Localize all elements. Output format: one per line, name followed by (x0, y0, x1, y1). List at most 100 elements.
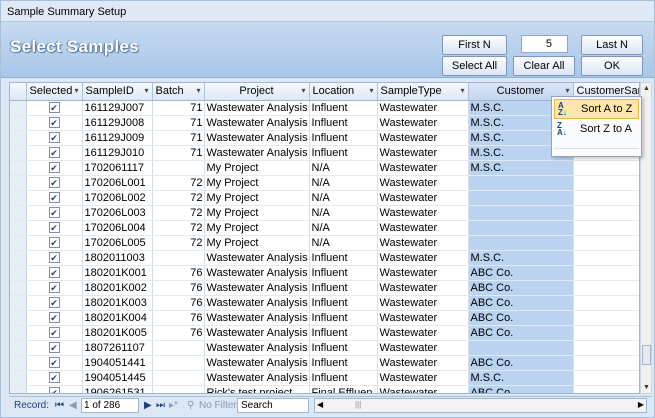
batch-cell[interactable]: 72 (152, 205, 205, 221)
sample-id-cell[interactable]: 1702061117 (82, 160, 153, 176)
batch-cell[interactable]: 76 (152, 280, 205, 296)
customer-sample-cell[interactable] (573, 235, 639, 251)
batch-cell[interactable]: 71 (152, 100, 205, 116)
sample-type-cell[interactable]: Wastewater (377, 130, 469, 146)
checkbox[interactable]: ✔ (48, 387, 60, 393)
customer-sample-cell[interactable] (573, 355, 639, 371)
location-cell[interactable]: N/A (309, 220, 378, 236)
selected-checkbox-cell[interactable]: ✔ (26, 250, 83, 266)
column-header-sampletype[interactable]: SampleType ▾ (377, 83, 469, 101)
selected-checkbox-cell[interactable]: ✔ (26, 175, 83, 191)
location-cell[interactable]: Final Effluen (309, 385, 378, 393)
checkbox[interactable]: ✔ (48, 282, 60, 294)
location-cell[interactable]: Influent (309, 370, 378, 386)
location-cell[interactable]: N/A (309, 160, 378, 176)
project-cell[interactable]: Wastewater Analysis (204, 145, 310, 161)
previous-record-icon[interactable]: ◀ (69, 400, 77, 411)
customer-sample-cell[interactable] (573, 205, 639, 221)
sample-type-cell[interactable]: Wastewater (377, 385, 469, 393)
chevron-down-icon[interactable]: ▾ (74, 86, 78, 95)
sample-id-cell[interactable]: 180201K001 (82, 265, 153, 281)
sample-type-cell[interactable]: Wastewater (377, 310, 469, 326)
selected-checkbox-cell[interactable]: ✔ (26, 340, 83, 356)
checkbox[interactable]: ✔ (48, 222, 60, 234)
batch-cell[interactable]: 71 (152, 145, 205, 161)
column-header-project[interactable]: Project ▾ (204, 83, 310, 101)
row-selector[interactable] (10, 160, 27, 176)
sample-type-cell[interactable]: Wastewater (377, 115, 469, 131)
location-cell[interactable]: Influent (309, 340, 378, 356)
checkbox[interactable]: ✔ (48, 342, 60, 354)
location-cell[interactable]: Influent (309, 130, 378, 146)
horizontal-scrollbar[interactable]: ◀ ||| ▶ (314, 398, 647, 413)
checkbox[interactable]: ✔ (48, 357, 60, 369)
scroll-left-icon[interactable]: ◀ (317, 400, 323, 409)
selected-checkbox-cell[interactable]: ✔ (26, 130, 83, 146)
selected-checkbox-cell[interactable]: ✔ (26, 160, 83, 176)
batch-cell[interactable]: 71 (152, 130, 205, 146)
location-cell[interactable]: Influent (309, 250, 378, 266)
selected-checkbox-cell[interactable]: ✔ (26, 115, 83, 131)
row-selector[interactable] (10, 130, 27, 146)
sample-type-cell[interactable]: Wastewater (377, 190, 469, 206)
selected-checkbox-cell[interactable]: ✔ (26, 280, 83, 296)
scroll-thumb[interactable] (642, 345, 651, 365)
customer-sample-cell[interactable] (573, 310, 639, 326)
customer-cell[interactable]: M.S.C. (468, 250, 574, 266)
project-cell[interactable]: Wastewater Analysis (204, 250, 310, 266)
table-row[interactable]: ✔ 1904051445 Wastewater Analysis Influent Wa… (10, 370, 639, 386)
row-selector[interactable] (10, 385, 27, 393)
checkbox[interactable]: ✔ (48, 372, 60, 384)
project-cell[interactable]: Wastewater Analysis (204, 355, 310, 371)
sample-id-cell[interactable]: 1904051441 (82, 355, 153, 371)
sample-type-cell[interactable]: Wastewater (377, 295, 469, 311)
column-header-selected[interactable]: Selected ▾ (26, 83, 83, 101)
batch-cell[interactable]: 76 (152, 295, 205, 311)
scroll-down-icon[interactable]: ▼ (643, 384, 650, 391)
table-row[interactable]: ✔ 161129J008 71 Wastewater Analysis Influent… (10, 115, 639, 131)
customer-cell[interactable]: M.S.C. (468, 160, 574, 176)
project-cell[interactable]: My Project (204, 175, 310, 191)
row-selector[interactable] (10, 100, 27, 116)
project-cell[interactable]: My Project (204, 235, 310, 251)
customer-sample-cell[interactable] (573, 250, 639, 266)
table-row[interactable]: ✔ 180201K005 76 Wastewater Analysis Influent… (10, 325, 639, 341)
row-selector[interactable] (10, 265, 27, 281)
row-selector[interactable] (10, 355, 27, 371)
customer-cell[interactable]: M.S.C. (468, 370, 574, 386)
select-all-corner[interactable] (10, 83, 27, 101)
sample-id-cell[interactable]: 170206L003 (82, 205, 153, 221)
sample-type-cell[interactable]: Wastewater (377, 265, 469, 281)
customer-cell[interactable] (468, 235, 574, 251)
table-row[interactable]: ✔ 1702061117 My Project N/A Wastewater M.S.C. (10, 160, 639, 176)
row-selector[interactable] (10, 190, 27, 206)
sample-id-cell[interactable]: 161129J010 (82, 145, 153, 161)
checkbox[interactable]: ✔ (48, 102, 60, 114)
checkbox[interactable]: ✔ (48, 237, 60, 249)
customer-sample-cell[interactable] (573, 370, 639, 386)
ok-button[interactable]: OK (581, 56, 643, 76)
column-header-sampleid[interactable]: SampleID ▾ (82, 83, 153, 101)
project-cell[interactable]: My Project (204, 220, 310, 236)
chevron-down-icon[interactable]: ▾ (144, 86, 148, 95)
scroll-up-icon[interactable]: ▲ (643, 85, 650, 92)
table-row[interactable]: ✔ 161129J010 71 Wastewater Analysis Influent… (10, 145, 639, 161)
project-cell[interactable]: My Project (204, 205, 310, 221)
sample-id-cell[interactable]: 161129J008 (82, 115, 153, 131)
row-selector[interactable] (10, 145, 27, 161)
sample-type-cell[interactable]: Wastewater (377, 160, 469, 176)
location-cell[interactable]: Influent (309, 265, 378, 281)
checkbox[interactable]: ✔ (48, 177, 60, 189)
sample-type-cell[interactable]: Wastewater (377, 220, 469, 236)
checkbox[interactable]: ✔ (48, 267, 60, 279)
menu-resize-grip[interactable] (554, 148, 639, 154)
sample-id-cell[interactable]: 1906261531 (82, 385, 153, 393)
row-selector[interactable] (10, 220, 27, 236)
location-cell[interactable]: Influent (309, 355, 378, 371)
table-row[interactable]: ✔ 1906261531 Rick's test project Final Effl… (10, 385, 639, 393)
customer-sample-cell[interactable] (573, 220, 639, 236)
sample-type-cell[interactable]: Wastewater (377, 175, 469, 191)
scroll-thumb-grip[interactable]: ||| (355, 400, 361, 409)
row-selector[interactable] (10, 310, 27, 326)
project-cell[interactable]: Wastewater Analysis (204, 340, 310, 356)
